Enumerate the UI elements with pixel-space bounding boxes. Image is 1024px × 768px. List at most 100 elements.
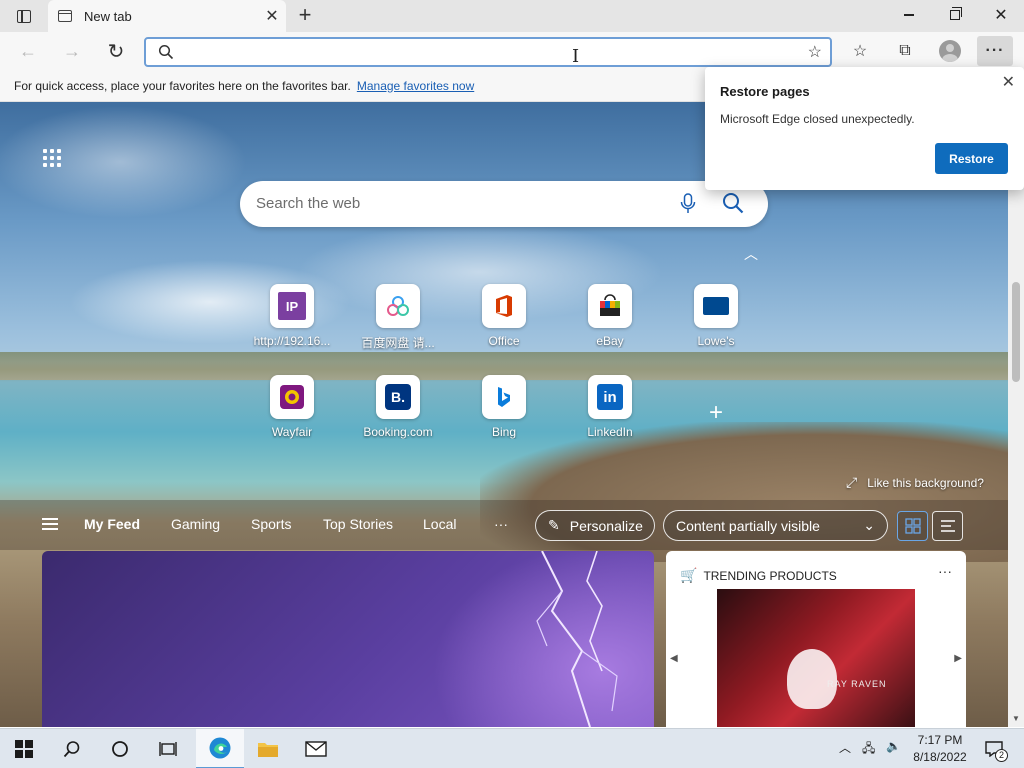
product-text: RAY RAVEN [827, 679, 887, 689]
address-input[interactable] [182, 42, 782, 62]
favorites-icon[interactable]: ☆ [844, 36, 876, 66]
quick-link-baidu[interactable]: 百度网盘 请... [356, 284, 440, 351]
back-button[interactable]: ← [13, 36, 43, 66]
like-background-link[interactable]: ⤢ Like this background? [846, 474, 984, 491]
list-icon [940, 520, 955, 532]
toolbar: ← → ↻ ☆ ☆ ⧉ ··· [0, 32, 1024, 70]
network-icon[interactable]: 🖧 [862, 739, 875, 760]
trending-products-card[interactable]: 🛒 TRENDING PRODUCTS ··· RAY RAVEN ◀ ▶ [666, 551, 966, 727]
collections-icon[interactable]: ⧉ [889, 36, 921, 66]
ip-icon: IP [270, 284, 314, 328]
feed-card-lightning[interactable] [42, 551, 654, 727]
quick-link-linkedin[interactable]: in LinkedIn [568, 375, 652, 439]
new-tab-page: Search the web ︿ IP http://192.16... 百度网… [0, 102, 1008, 727]
popup-message: Microsoft Edge closed unexpectedly. [720, 112, 915, 126]
show-hidden-icons-chevron-icon[interactable]: ︿ [839, 739, 851, 756]
quick-link-booking[interactable]: B. Booking.com [356, 375, 440, 439]
start-button[interactable] [0, 729, 48, 768]
grid-icon [904, 518, 921, 534]
address-bar[interactable]: ☆ [144, 37, 832, 67]
feed-bar: My Feed Gaming Sports Top Stories Local … [0, 500, 1008, 550]
feed-tab-sports[interactable]: Sports [251, 516, 291, 532]
personalize-button[interactable]: ✎ Personalize [535, 510, 655, 541]
quick-link-wayfair[interactable]: Wayfair [250, 375, 334, 439]
quick-link-ebay[interactable]: eBay [568, 284, 652, 348]
close-popup-icon[interactable]: ✕ [1002, 72, 1015, 92]
search-icon[interactable] [722, 192, 744, 214]
card-more-button[interactable]: ··· [938, 563, 952, 579]
baidu-netdisk-icon [376, 284, 420, 328]
popup-title: Restore pages [720, 84, 810, 99]
search-icon [63, 741, 80, 758]
tab-actions-icon[interactable] [8, 6, 40, 26]
feed-tab-my-feed[interactable]: My Feed [84, 516, 140, 532]
feed-more-button[interactable]: ··· [494, 516, 508, 532]
trending-products-title: TRENDING PRODUCTS [703, 568, 837, 583]
search-icon [158, 44, 174, 60]
quick-link-office[interactable]: Office [462, 284, 546, 348]
restore-button[interactable]: Restore [935, 143, 1008, 174]
minimize-button[interactable] [886, 0, 932, 30]
profile-button[interactable] [934, 36, 966, 66]
list-layout-button[interactable] [932, 511, 963, 541]
feed-tab-local[interactable]: Local [423, 516, 456, 532]
bing-icon [482, 375, 526, 419]
app-launcher-icon[interactable] [43, 149, 61, 167]
content-visibility-label: Content partially visible [676, 517, 820, 534]
product-image[interactable]: RAY RAVEN [717, 589, 915, 727]
quick-link-label: Booking.com [363, 425, 433, 439]
web-search-box[interactable]: Search the web [240, 181, 768, 227]
new-tab-button[interactable]: + [294, 4, 316, 26]
notifications-button[interactable]: 2 [982, 737, 1008, 762]
tab-new-tab[interactable]: New tab ✕ [48, 0, 286, 32]
task-view-button[interactable] [144, 729, 192, 768]
page-scrollbar[interactable]: ▼ [1008, 102, 1024, 727]
lowes-icon [694, 284, 738, 328]
close-window-button[interactable]: ✕ [978, 0, 1024, 30]
edge-icon [209, 737, 231, 759]
quick-link-ip[interactable]: IP http://192.16... [250, 284, 334, 348]
quick-link-label: LinkedIn [587, 425, 633, 439]
favorites-bar-message: For quick access, place your favorites h… [14, 78, 351, 93]
quick-link-bing[interactable]: Bing [462, 375, 546, 439]
grid-layout-button[interactable] [897, 511, 928, 541]
collapse-chevron-icon[interactable]: ︿ [744, 244, 758, 264]
taskbar-edge-button[interactable] [196, 729, 244, 768]
quick-link-label: eBay [596, 334, 624, 348]
taskbar-search-button[interactable] [48, 729, 96, 768]
add-favorite-icon[interactable]: ☆ [808, 42, 822, 62]
quick-link-label: Bing [491, 425, 517, 439]
carousel-next-icon[interactable]: ▶ [954, 653, 962, 664]
restore-window-button[interactable] [932, 0, 978, 30]
scrollbar-thumb[interactable] [1012, 282, 1020, 382]
cortana-button[interactable] [96, 729, 144, 768]
scroll-down-arrow-icon[interactable]: ▼ [1012, 714, 1020, 723]
feed-tab-gaming[interactable]: Gaming [171, 516, 220, 532]
quick-links: IP http://192.16... 百度网盘 请... Office eBa… [250, 284, 770, 444]
tab-title: New tab [84, 8, 132, 24]
quick-link-lowes[interactable]: Lowe's [674, 284, 758, 348]
avatar [939, 40, 961, 62]
taskbar-clock[interactable]: 7:17 PM 8/18/2022 [906, 732, 974, 766]
settings-more-button[interactable]: ··· [977, 36, 1013, 66]
lightning-image [536, 551, 618, 727]
microphone-icon[interactable] [680, 193, 696, 215]
add-quick-link-icon[interactable]: + [674, 399, 758, 427]
refresh-button[interactable]: ↻ [101, 36, 131, 66]
manage-favorites-link[interactable]: Manage favorites now [357, 79, 474, 93]
quick-link-label: Office [488, 334, 520, 348]
volume-icon[interactable]: 🔈 [886, 739, 901, 753]
hamburger-menu-icon[interactable] [42, 518, 58, 530]
carousel-prev-icon[interactable]: ◀ [670, 653, 678, 664]
content-visibility-dropdown[interactable]: Content partially visible ⌄ [663, 510, 888, 541]
folder-icon [258, 743, 278, 757]
clock-date: 8/18/2022 [913, 750, 967, 764]
mail-icon [305, 741, 327, 757]
quick-link-label: 百度网盘 请... [361, 336, 435, 350]
close-tab-icon[interactable]: ✕ [262, 6, 282, 26]
file-explorer-button[interactable] [244, 729, 292, 768]
feed-tab-top-stories[interactable]: Top Stories [323, 516, 393, 532]
quick-link-label: Lowe's [697, 334, 735, 348]
forward-button[interactable]: → [57, 36, 87, 66]
mail-button[interactable] [292, 729, 340, 768]
